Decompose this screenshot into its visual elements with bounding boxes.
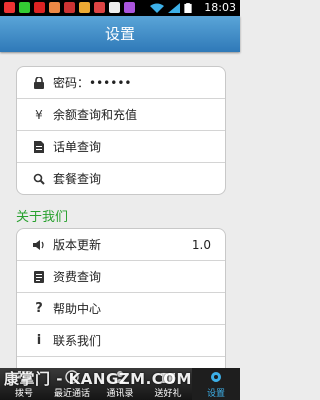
- tariff-row[interactable]: 资费查询: [17, 261, 225, 293]
- search-icon: [33, 173, 45, 185]
- notification-icon: [109, 2, 120, 13]
- nav-settings[interactable]: 设置: [192, 368, 240, 400]
- about-card: 版本更新 1.0 资费查询 ? 帮助中心 i 联系我们: [16, 228, 226, 389]
- contact-label: 联系我们: [53, 334, 102, 348]
- account-card: 密码：•••••• ¥ 余额查询和充值 话单查询 套餐查询: [16, 66, 226, 195]
- help-label: 帮助中心: [53, 302, 102, 316]
- signal-icon: [168, 3, 180, 13]
- package-row[interactable]: 套餐查询: [17, 163, 225, 194]
- about-section-title: 关于我们: [16, 210, 69, 225]
- contact-row[interactable]: i 联系我们: [17, 325, 225, 357]
- password-label: 密码：••••••: [53, 76, 132, 90]
- bill-label: 话单查询: [53, 140, 102, 154]
- page-title: 设置: [0, 16, 240, 52]
- password-row[interactable]: 密码：••••••: [17, 67, 225, 99]
- lock-icon: [33, 76, 45, 89]
- notification-icon: [94, 2, 105, 13]
- help-row[interactable]: ? 帮助中心: [17, 293, 225, 325]
- package-label: 套餐查询: [53, 172, 102, 186]
- notification-icon: [79, 2, 90, 13]
- wifi-icon: [150, 3, 164, 13]
- status-time: 18:03: [204, 1, 236, 14]
- notification-icon: [34, 2, 45, 13]
- version-label: 版本更新: [53, 238, 102, 252]
- nav-settings-label: 设置: [206, 389, 225, 399]
- yen-icon: ¥: [35, 107, 43, 122]
- version-value: 1.0: [191, 237, 211, 252]
- balance-row[interactable]: ¥ 余额查询和充值: [17, 99, 225, 131]
- speaker-icon: [33, 239, 45, 251]
- watermark: 康掌门 - KANGZM.COM: [4, 370, 192, 388]
- gear-icon: [211, 372, 221, 382]
- balance-label: 余额查询和充值: [53, 108, 138, 122]
- notification-icon: [64, 2, 75, 13]
- document-icon: [33, 270, 45, 283]
- notification-icon: [124, 2, 135, 13]
- notification-icon: [49, 2, 60, 13]
- info-icon: i: [36, 333, 42, 348]
- battery-icon: [184, 3, 192, 13]
- question-icon: ?: [35, 301, 43, 316]
- status-bar: 18:03: [0, 0, 240, 16]
- notification-icon: [19, 2, 30, 13]
- notification-icon: [4, 2, 15, 13]
- bill-row[interactable]: 话单查询: [17, 131, 225, 163]
- bill-icon: [33, 140, 45, 153]
- tariff-label: 资费查询: [53, 270, 102, 284]
- version-row[interactable]: 版本更新 1.0: [17, 229, 225, 261]
